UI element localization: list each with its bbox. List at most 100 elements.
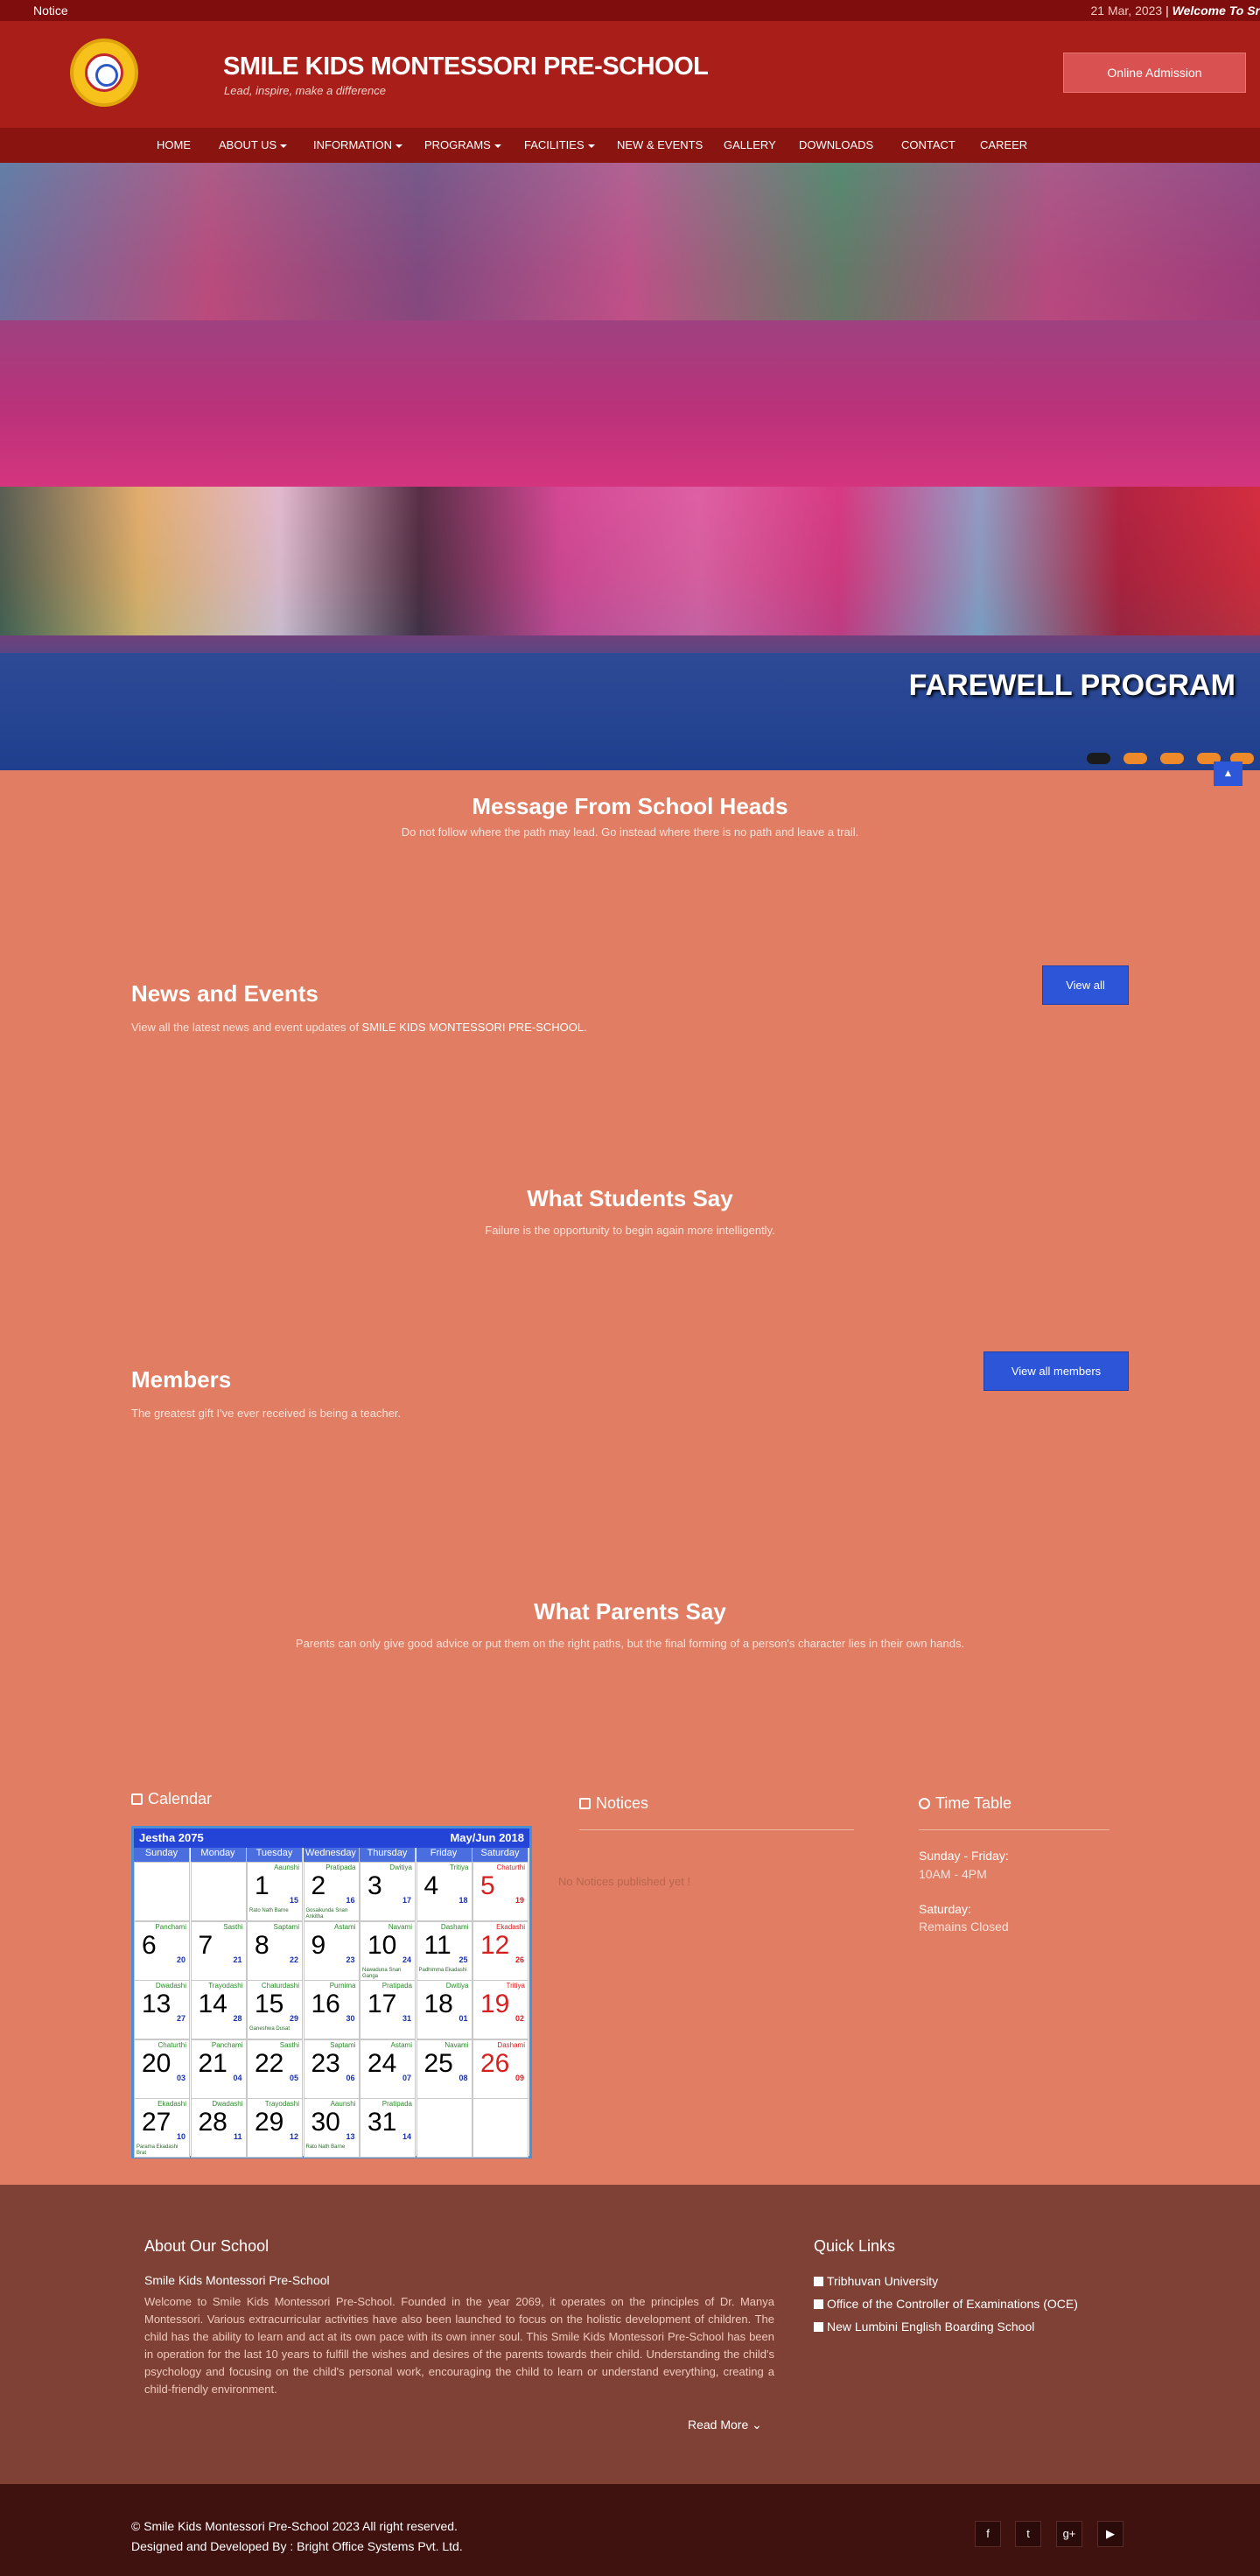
quick-link-item[interactable]: Office of the Controller of Examinations… xyxy=(814,2297,1078,2311)
facebook-icon[interactable]: f xyxy=(975,2521,1001,2547)
nav-information[interactable]: INFORMATION xyxy=(313,138,403,151)
online-admission-button[interactable]: Online Admission xyxy=(1063,53,1246,93)
calendar-event-note: Nawaduna Snan Ganga xyxy=(362,1967,402,1979)
copyright-text: © Smile Kids Montessori Pre-School 2023 … xyxy=(131,2519,458,2533)
calendar-day-number: 13 xyxy=(142,1990,172,2018)
calendar-tithi: Tritiya xyxy=(506,1982,525,1990)
calendar-day-number: 15 xyxy=(255,1990,284,2018)
calendar-tithi: Dwitiya xyxy=(389,1864,412,1871)
calendar-day-cell[interactable]: 4 Tritiya 18 xyxy=(416,1862,472,1921)
calendar-day-cell[interactable]: 29 Trayodashi 12 xyxy=(247,2098,303,2158)
calendar-day-cell[interactable]: 10 Navami 24 Nawaduna Snan Ganga xyxy=(360,1920,416,1981)
school-logo[interactable] xyxy=(70,39,138,107)
about-school-name: Smile Kids Montessori Pre-School xyxy=(144,2273,330,2287)
main-navbar: HOME ABOUT US INFORMATION PROGRAMS FACIL… xyxy=(0,128,1260,163)
calendar-day-cell[interactable]: 17 Pratipada 31 xyxy=(360,1980,416,2039)
calendar-english-date: 24 xyxy=(402,1955,411,1964)
calendar-tithi: Trayodashi xyxy=(264,2100,299,2108)
calendar-tithi: Aaunshi xyxy=(330,2100,356,2108)
about-school-text: Welcome to Smile Kids Montessori Pre-Sch… xyxy=(144,2295,774,2396)
scroll-to-top-button[interactable]: ▲ xyxy=(1214,762,1242,786)
site-footer: About Our School Smile Kids Montessori P… xyxy=(0,2185,1260,2484)
hero-slider[interactable]: FAREWELL PROGRAM xyxy=(0,163,1260,770)
calendar-weekday: Sunday xyxy=(134,1848,190,1862)
calendar-day-cell[interactable]: 18 Dwitiya 01 xyxy=(416,1980,472,2039)
calendar-day-cell[interactable]: 16 Purnima 30 xyxy=(303,1980,360,2039)
calendar-month-en: May/Jun 2018 xyxy=(450,1831,524,1844)
nav-programs[interactable]: PROGRAMS xyxy=(424,138,501,151)
designed-by-text[interactable]: Designed and Developed By : Bright Offic… xyxy=(131,2539,463,2553)
calendar-day-cell[interactable]: 28 Dwadashi 11 xyxy=(190,2098,247,2158)
calendar-day-cell[interactable]: 23 Saptami 06 xyxy=(303,2039,360,2099)
calendar-tithi: Saptami xyxy=(330,2040,356,2049)
timetable-saturday-hours: Remains Closed xyxy=(919,1920,1009,1934)
twitter-icon[interactable]: t xyxy=(1015,2521,1041,2547)
separator: | xyxy=(1166,4,1169,18)
news-section-subtitle: View all the latest news and event updat… xyxy=(131,1021,587,1034)
current-date: 21 Mar, 2023 xyxy=(1090,4,1163,18)
calendar-day-cell[interactable]: 7 Sasthi 21 xyxy=(190,1920,247,1981)
nav-contact[interactable]: CONTACT xyxy=(901,138,956,151)
calendar-day-cell[interactable]: 19 Tritiya 02 xyxy=(472,1980,528,2039)
calendar-day-cell[interactable]: 8 Saptami 22 xyxy=(247,1920,303,1981)
calendar-english-date: 10 xyxy=(176,2132,186,2141)
calendar-day-cell[interactable]: 31 Pratipada 14 xyxy=(360,2098,416,2158)
calendar-day-cell[interactable]: 9 Astami 23 xyxy=(303,1920,360,1981)
slider-dot[interactable] xyxy=(1160,753,1184,764)
calendar-english-date: 03 xyxy=(176,2073,186,2082)
students-section-subtitle: Failure is the opportunity to begin agai… xyxy=(485,1224,775,1237)
calendar-english-date: 16 xyxy=(346,1896,355,1905)
calendar-day-cell[interactable]: 1 Aaunshi 15 Rato Nath Barne xyxy=(247,1862,303,1921)
calendar-weekdays: Sunday Monday Tuesday Wednesday Thursday Frid… xyxy=(134,1848,529,1862)
calendar-english-date: 09 xyxy=(514,2073,524,2082)
calendar-english-date: 15 xyxy=(289,1896,298,1905)
nav-downloads[interactable]: DOWNLOADS xyxy=(799,138,873,151)
nav-about-us[interactable]: ABOUT US xyxy=(219,138,288,151)
calendar-day-cell[interactable]: 3 Dwitiya 17 xyxy=(360,1862,416,1921)
nav-gallery[interactable]: GALLERY xyxy=(724,138,776,151)
calendar-tithi: Dashami xyxy=(440,1922,469,1931)
nav-home[interactable]: HOME xyxy=(157,138,191,151)
slider-dot[interactable] xyxy=(1087,753,1110,764)
calendar-day-cell[interactable]: 26 Dashami 09 xyxy=(472,2039,528,2099)
calendar-day-cell[interactable]: 12 Ekadashi 26 xyxy=(472,1920,528,1981)
calendar-day-cell[interactable]: 20 Chaturthi 03 xyxy=(134,2039,190,2099)
calendar-tithi: Panchami xyxy=(211,2040,243,2049)
calendar-day-number: 4 xyxy=(424,1871,439,1900)
calendar-day-cell[interactable]: 25 Navami 08 xyxy=(416,2039,472,2099)
members-section-title: Members xyxy=(131,1366,232,1393)
youtube-icon[interactable]: ▶ xyxy=(1097,2521,1124,2547)
calendar-day-cell[interactable]: 5 Chaturthi 19 xyxy=(472,1862,528,1921)
nav-career[interactable]: CAREER xyxy=(980,138,1027,151)
calendar-day-cell[interactable]: 22 Sasthi 05 xyxy=(247,2039,303,2099)
calendar-day-cell[interactable]: 14 Trayodashi 28 xyxy=(190,1980,247,2039)
calendar-day-cell[interactable]: 30 Aaunshi 13 Rato Nath Barne xyxy=(303,2098,360,2158)
chevron-down-icon xyxy=(587,144,595,148)
calendar-english-date: 04 xyxy=(233,2073,242,2082)
calendar-day-cell[interactable]: 13 Dwadashi 27 xyxy=(134,1980,190,2039)
timetable-saturday-label: Saturday: xyxy=(919,1902,971,1916)
quick-link-item[interactable]: Tribhuvan University xyxy=(814,2274,938,2288)
slider-dot[interactable] xyxy=(1124,753,1147,764)
calendar-day-cell[interactable]: 24 Astami 07 xyxy=(360,2039,416,2099)
news-view-all-button[interactable]: View all xyxy=(1042,965,1129,1005)
calendar-day-cell[interactable]: 21 Panchami 04 xyxy=(190,2039,247,2099)
nav-news-events[interactable]: NEW & EVENTS xyxy=(617,138,703,151)
message-section-title: Message From School Heads xyxy=(472,793,788,819)
read-more-link[interactable]: Read More ⌄ xyxy=(688,2418,762,2432)
calendar-day-cell[interactable]: 27 Ekadashi 10 Parama Ekadashi Brat xyxy=(134,2098,190,2158)
calendar-tithi: Astami xyxy=(334,1922,356,1931)
calendar-weekday: Saturday xyxy=(472,1848,528,1862)
calendar-day-cell[interactable]: 11 Dashami 25 Padhimma Ekadashi xyxy=(416,1920,472,1981)
nepali-calendar[interactable]: Jestha 2075 May/Jun 2018 Sunday Monday Tue… xyxy=(131,1826,532,2158)
calendar-day-cell[interactable]: 2 Pratipada 16 Gosaikunda Snan Ankitha xyxy=(303,1862,360,1921)
notice-label[interactable]: Notice xyxy=(33,4,68,18)
google-plus-icon[interactable]: g+ xyxy=(1056,2521,1082,2547)
calendar-day-cell[interactable]: 6 Panchami 20 xyxy=(134,1920,190,1981)
nav-facilities[interactable]: FACILITIES xyxy=(524,138,595,151)
calendar-day-cell[interactable]: 15 Chaturdashi 29 Ganeshwa Dusat xyxy=(247,1980,303,2039)
parents-section-subtitle: Parents can only give good advice or put… xyxy=(295,1637,965,1650)
quick-link-item[interactable]: New Lumbini English Boarding School xyxy=(814,2320,1034,2334)
school-name[interactable]: SMILE KIDS MONTESSORI PRE-SCHOOL xyxy=(223,53,709,81)
view-all-members-button[interactable]: View all members xyxy=(984,1351,1129,1391)
